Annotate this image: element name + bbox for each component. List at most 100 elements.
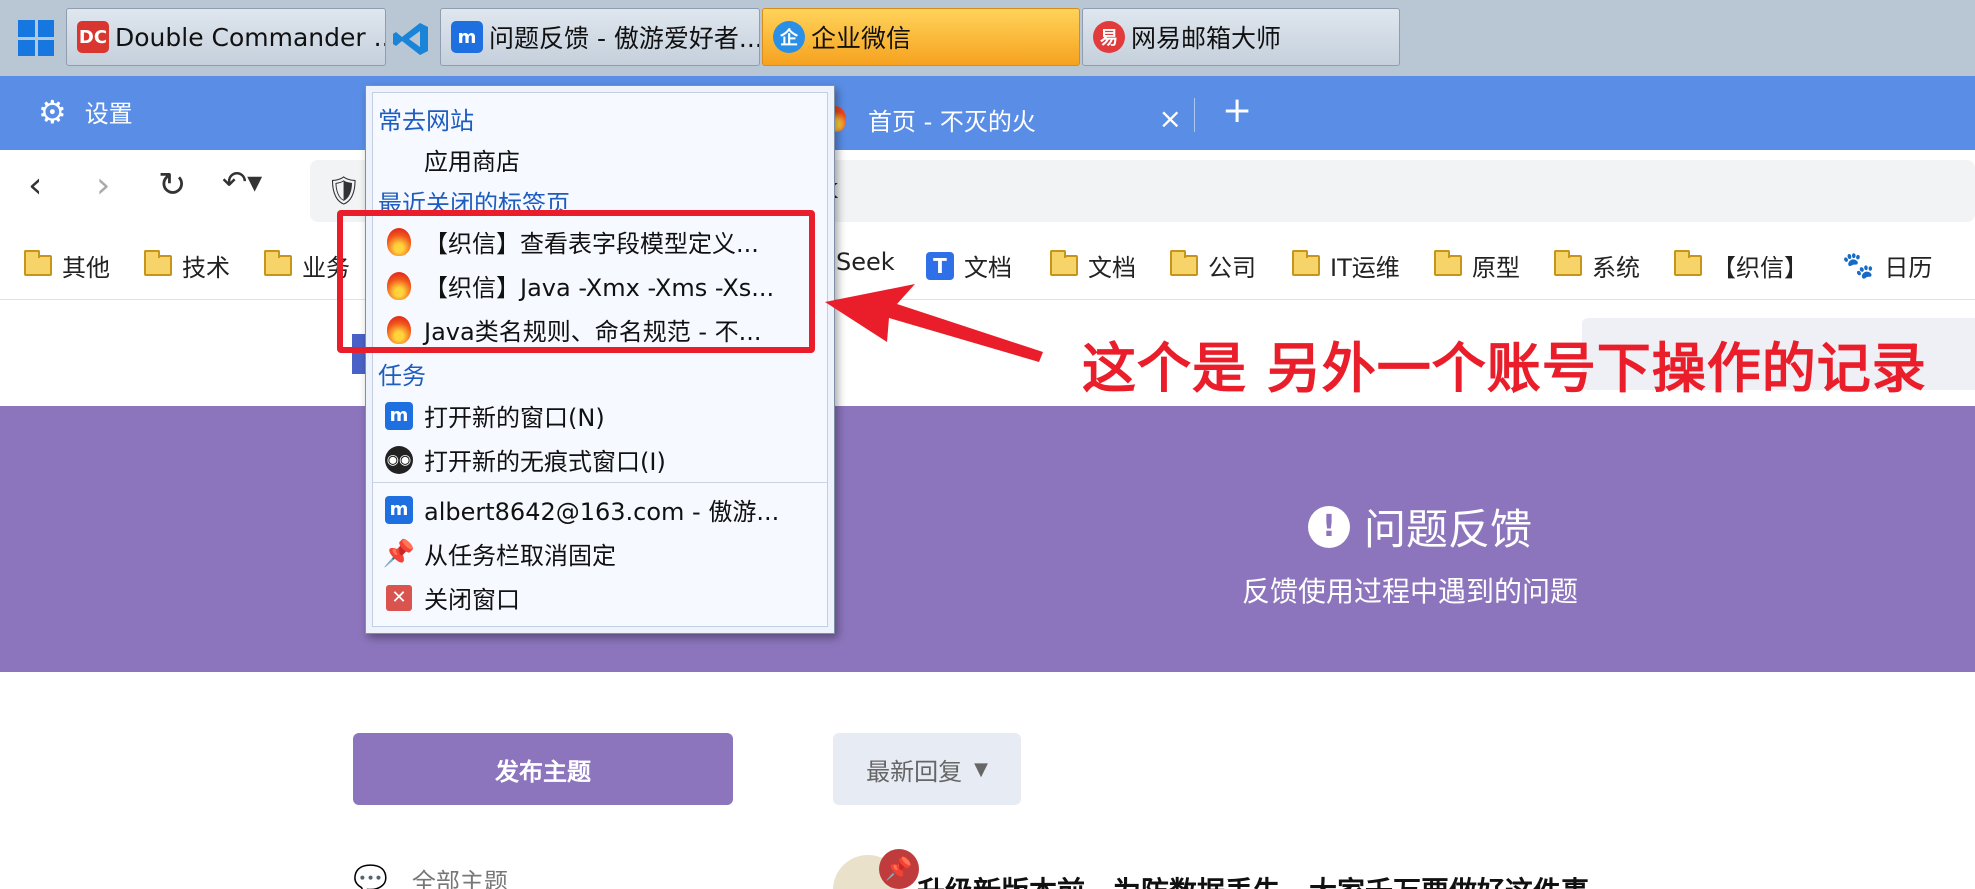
shield-icon[interactable]: 🛡: [326, 174, 362, 207]
maxthon-icon: m: [384, 401, 414, 431]
folder-icon: [1674, 250, 1702, 276]
bookmark-folder[interactable]: 原型: [1434, 248, 1520, 283]
folder-icon: [264, 250, 292, 276]
taskbar-button-wecom[interactable]: 企 企业微信: [762, 8, 1080, 66]
netease-mail-icon: 易: [1093, 21, 1125, 53]
new-tab-button[interactable]: +: [1222, 90, 1252, 131]
hero-subtitle: 反馈使用过程中遇到的问题: [1242, 575, 1579, 608]
jump-list-item[interactable]: 应用商店: [424, 142, 520, 177]
folder-icon: [24, 250, 52, 276]
bookmark-folder[interactable]: 系统: [1554, 248, 1640, 283]
folder-icon: [144, 250, 172, 276]
avatar: 📌: [833, 849, 919, 889]
pin-icon: 📌: [879, 849, 919, 889]
bookmark-item[interactable]: Seek: [836, 248, 895, 276]
bookmark-label: 公司: [1208, 254, 1256, 282]
undo-close-icon[interactable]: ↶▾: [222, 168, 262, 198]
bookmark-folder[interactable]: IT运维: [1292, 248, 1400, 283]
jump-list-task-new-window[interactable]: m 打开新的窗口(N): [384, 398, 605, 433]
bookmark-label: 文档: [1088, 254, 1136, 282]
taskbar-button-double-commander[interactable]: DC Double Commander ...: [66, 8, 386, 66]
back-icon[interactable]: ‹: [28, 168, 42, 204]
all-topics-link[interactable]: 💬 全部主题: [353, 862, 508, 889]
publish-topic-button[interactable]: 发布主题: [353, 733, 733, 805]
wecom-icon: 企: [773, 21, 805, 53]
hero-banner: ! 问题反馈 反馈使用过程中遇到的问题: [0, 406, 1975, 672]
jump-list-close-window-item[interactable]: ✕ 关闭窗口: [384, 580, 520, 615]
tab-title: 首页 - 不灭的火: [868, 107, 1036, 136]
folder-icon: [1050, 250, 1078, 276]
settings-tab[interactable]: ⚙ 设置: [38, 94, 133, 129]
annotation-text: 这个是 另外一个账号下操作的记录: [1082, 337, 1927, 400]
jump-list-item-label: 打开新的无痕式窗口(I): [424, 448, 666, 476]
jump-list-item-label: albert8642@163.com - 傲游...: [424, 498, 780, 526]
bookmark-label: Seek: [836, 248, 895, 276]
bookmark-item[interactable]: T 文档: [926, 248, 1012, 283]
bookmark-label: 技术: [182, 254, 230, 282]
annotation-highlight-box: [337, 210, 815, 353]
bookmark-label: 原型: [1472, 254, 1520, 282]
settings-tab-label: 设置: [84, 100, 133, 128]
pinned-post[interactable]: 📌 升级新版本前，为防数据丢失，大家千万要做好这件事。: [833, 849, 1617, 889]
jump-list-task-incognito-window[interactable]: ◉◉ 打开新的无痕式窗口(I): [384, 442, 666, 477]
bookmark-folder[interactable]: 文档: [1050, 248, 1136, 283]
maxthon-icon: m: [384, 495, 414, 525]
bookmark-label: 文档: [964, 254, 1012, 282]
taskbar-button-label: 网易邮箱大师: [1131, 24, 1282, 53]
caret-down-icon: ▼: [974, 758, 988, 780]
jump-list-app-item[interactable]: m albert8642@163.com - 傲游...: [384, 492, 779, 527]
close-icon: ✕: [384, 583, 414, 613]
incognito-icon: ◉◉: [384, 445, 414, 475]
exclamation-icon: !: [1308, 505, 1350, 548]
reload-icon[interactable]: ↻: [158, 168, 187, 202]
forward-icon[interactable]: ›: [96, 168, 110, 204]
chat-bubbles-icon: 💬: [353, 863, 388, 889]
bookmark-label: 其他: [62, 254, 110, 282]
taskbar-jump-list: 常去网站 应用商店 最近关闭的标签页 【织信】查看表字段模型定义... 【织信】…: [365, 85, 835, 634]
double-commander-icon: DC: [77, 21, 109, 53]
tab-close-icon[interactable]: ×: [1159, 102, 1182, 135]
hero-title-text: 问题反馈: [1364, 505, 1533, 554]
taskbar-button-label: 企业微信: [811, 24, 912, 53]
vscode-icon[interactable]: [392, 20, 430, 58]
maxthon-icon: m: [451, 21, 483, 53]
pin-icon: 📌: [382, 538, 416, 569]
baidu-paw-icon: 🐾: [1842, 250, 1875, 281]
jump-list-header-frequent: 常去网站: [378, 107, 474, 135]
folder-icon: [1170, 250, 1198, 276]
windows-start-icon[interactable]: [18, 20, 54, 56]
bookmark-folder[interactable]: 技术: [144, 248, 230, 283]
jump-list-item-label: 打开新的窗口(N): [424, 404, 605, 432]
jump-list-header-tasks: 任务: [378, 362, 426, 390]
gear-icon: ⚙: [38, 92, 67, 131]
taskbar-button-netease-mail[interactable]: 易 网易邮箱大师: [1082, 8, 1400, 66]
tab-homepage[interactable]: 首页 - 不灭的火 ×: [820, 88, 1200, 150]
jump-list-item-label: 应用商店: [424, 148, 520, 176]
folder-icon: [1434, 250, 1462, 276]
jump-list-item-label: 从任务栏取消固定: [424, 542, 616, 570]
taskbar-button-maxthon[interactable]: m 问题反馈 - 傲游爱好者...: [440, 8, 760, 66]
windows-taskbar: DC Double Commander ... m 问题反馈 - 傲游爱好者..…: [0, 0, 1975, 76]
bookmark-folder[interactable]: 其他: [24, 248, 110, 283]
all-topics-label: 全部主题: [411, 868, 508, 889]
bookmark-label: 日历: [1884, 254, 1933, 282]
bookmark-label: IT运维: [1330, 254, 1400, 282]
bookmark-item[interactable]: 🐾 日历: [1842, 248, 1932, 283]
bookmark-label: 系统: [1592, 254, 1640, 282]
sort-dropdown[interactable]: 最新回复 ▼: [833, 733, 1021, 805]
browser-tab-strip: ⚙ 设置 首页 - 不灭的火 × +: [0, 76, 1975, 150]
taskbar-button-label: Double Commander ...: [115, 22, 386, 52]
folder-icon: [1292, 250, 1320, 276]
bookmark-folder[interactable]: 【织信】: [1674, 248, 1808, 283]
taskbar-button-label: 问题反馈 - 傲游爱好者...: [489, 24, 760, 53]
hero-title: ! 问题反馈: [1308, 496, 1532, 557]
jump-list-unpin-item[interactable]: 📌 从任务栏取消固定: [382, 536, 616, 571]
bookmark-label: 【织信】: [1712, 254, 1808, 282]
folder-icon: [1554, 250, 1582, 276]
doc-icon: T: [926, 251, 954, 280]
browser-toolbar: ‹ › ↻ ↶▾ 🛡 k: [0, 150, 1975, 230]
sort-dropdown-label: 最新回复: [866, 757, 963, 786]
post-title: 升级新版本前，为防数据丢失，大家千万要做好这件事。: [917, 870, 1617, 889]
bookmark-folder[interactable]: 公司: [1170, 248, 1256, 283]
annotation-arrow-icon: [825, 284, 1043, 362]
